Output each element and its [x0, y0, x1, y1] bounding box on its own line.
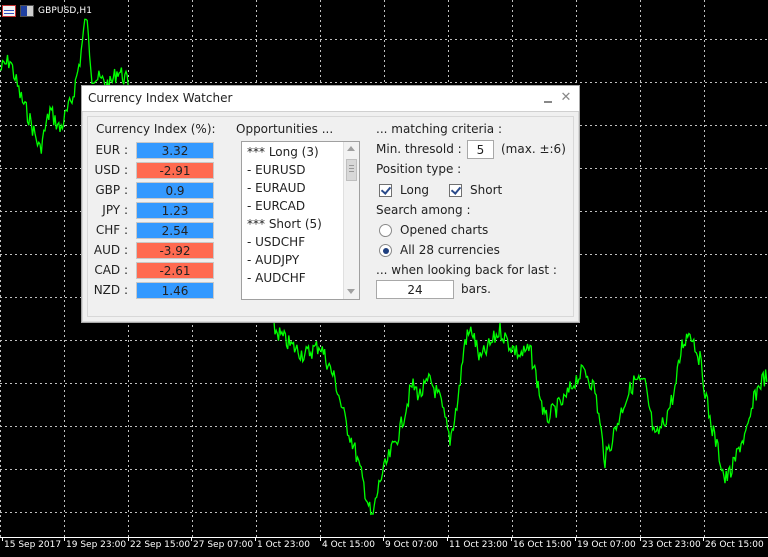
lookback-bars-input[interactable]	[376, 280, 454, 299]
time-tick-mark	[191, 537, 192, 541]
currency-index-value: 2.54	[136, 222, 214, 239]
scroll-up-arrow-icon[interactable]	[344, 142, 359, 157]
all-currencies-label: All 28 currencies	[400, 243, 500, 257]
opportunity-item[interactable]: - USDCHF	[247, 235, 305, 249]
time-tick-label: 22 Sep 15:00	[130, 540, 191, 550]
currency-index-watcher-panel: Currency Index Watcher ✕ Currency Index …	[81, 85, 580, 323]
time-tick-mark	[320, 537, 321, 541]
minimize-button[interactable]	[541, 92, 555, 106]
scroll-thumb[interactable]	[346, 159, 357, 181]
opportunity-item[interactable]: - AUDCHF	[247, 271, 306, 285]
search-among-label: Search among :	[376, 203, 471, 217]
time-tick-label: 15 Sep 2017	[4, 540, 62, 550]
opportunity-item[interactable]: *** Short (5)	[247, 217, 322, 231]
close-button[interactable]: ✕	[559, 90, 573, 106]
currency-label: JPY :	[102, 203, 128, 217]
currency-label: AUD :	[93, 243, 128, 257]
criteria-header: ... matching criteria :	[376, 122, 503, 136]
symbol-flag-icon	[20, 5, 34, 17]
currency-index-value: 0.9	[136, 182, 214, 199]
opportunity-item[interactable]: - EURCAD	[247, 199, 305, 213]
opened-charts-label: Opened charts	[400, 223, 489, 237]
lookback-label: ... when looking back for last :	[376, 263, 557, 277]
panel-title: Currency Index Watcher	[88, 91, 233, 105]
time-tick-label: 19 Oct 07:00	[577, 540, 636, 550]
time-tick-label: 19 Sep 23:00	[66, 540, 127, 550]
currency-label: USD :	[94, 163, 129, 177]
time-tick-mark	[447, 537, 448, 541]
panel-header[interactable]: Currency Index Watcher ✕	[82, 86, 579, 112]
time-tick-mark	[128, 537, 129, 541]
chart-title-bar: GBPUSD,H1	[2, 3, 92, 19]
time-tick-label: 27 Sep 07:00	[193, 540, 254, 550]
time-tick-label: 9 Oct 07:00	[385, 540, 438, 550]
currency-index-header: Currency Index (%):	[96, 122, 216, 136]
currency-label: NZD :	[93, 283, 128, 297]
chart-window-icon	[2, 5, 16, 17]
currency-label: GBP :	[95, 183, 128, 197]
time-tick-mark	[255, 537, 256, 541]
currency-label: CAD :	[94, 263, 128, 277]
opportunities-listbox[interactable]: *** Long (3) - EURUSD - EURAUD - EURCAD *…	[241, 141, 360, 300]
short-checkbox[interactable]	[449, 184, 462, 197]
currency-index-value: 1.46	[136, 282, 214, 299]
time-tick-mark	[575, 537, 576, 541]
min-threshold-label: Min. thresold :	[376, 142, 462, 156]
chart-symbol-label: GBPUSD,H1	[38, 6, 93, 16]
time-tick-mark	[511, 537, 512, 541]
time-tick-label: 23 Oct 23:00	[642, 540, 701, 550]
opportunity-item[interactable]: - EURAUD	[247, 181, 306, 195]
opportunity-item[interactable]: *** Long (3)	[247, 145, 319, 159]
currency-index-value: -2.91	[136, 162, 214, 179]
opportunity-item[interactable]: - AUDJPY	[247, 253, 299, 267]
time-tick-label: 1 Oct 23:00	[257, 540, 310, 550]
min-threshold-input[interactable]	[467, 140, 494, 159]
time-tick-mark	[64, 537, 65, 541]
time-tick-label: 4 Oct 15:00	[322, 540, 375, 550]
opportunities-scrollbar[interactable]	[343, 142, 359, 299]
time-tick-mark	[640, 537, 641, 541]
opportunities-header: Opportunities ...	[236, 122, 334, 136]
currency-index-value: -3.92	[136, 242, 214, 259]
max-threshold-hint: (max. ±:6)	[501, 142, 566, 156]
opened-charts-radio[interactable]	[379, 224, 392, 237]
all-currencies-radio[interactable]	[379, 244, 392, 257]
long-checkbox[interactable]	[379, 184, 392, 197]
time-axis: 15 Sep 2017 19 Sep 23:00 22 Sep 15:00 27 Se…	[0, 537, 768, 557]
time-tick-mark	[383, 537, 384, 541]
time-tick-mark	[703, 537, 704, 541]
time-tick-label: 11 Oct 23:00	[449, 540, 508, 550]
currency-label: EUR :	[95, 143, 128, 157]
time-tick-label: 26 Oct 15:00	[705, 540, 764, 550]
bars-label: bars.	[461, 282, 491, 296]
short-label: Short	[470, 183, 503, 197]
scroll-down-arrow-icon[interactable]	[344, 284, 359, 299]
opportunity-item[interactable]: - EURUSD	[247, 163, 306, 177]
position-type-label: Position type :	[376, 162, 462, 176]
panel-body: Currency Index (%): EUR : 3.32 USD : -2.91 G…	[87, 116, 574, 317]
currency-index-value: 3.32	[136, 142, 214, 159]
currency-label: CHF :	[95, 223, 128, 237]
currency-index-value: -2.61	[136, 262, 214, 279]
long-label: Long	[400, 183, 430, 197]
time-tick-mark	[2, 537, 3, 541]
time-tick-label: 16 Oct 15:00	[513, 540, 572, 550]
currency-index-value: 1.23	[136, 202, 214, 219]
